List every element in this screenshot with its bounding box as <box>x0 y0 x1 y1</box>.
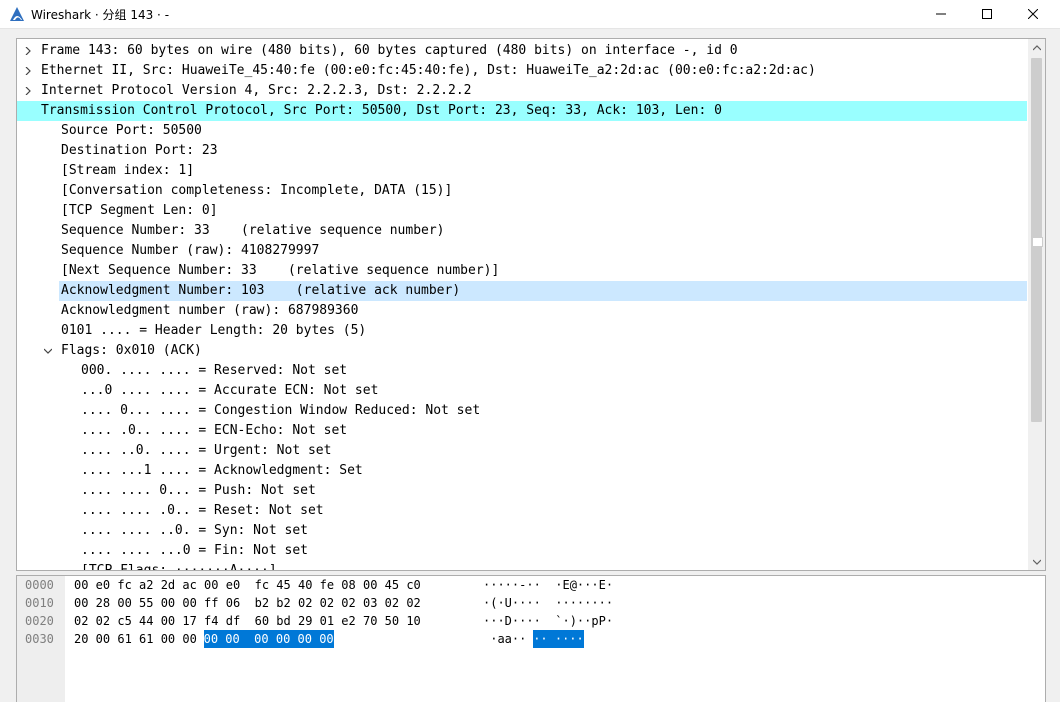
tree-row-text: 0101 .... = Header Length: 20 bytes (5) <box>61 323 367 338</box>
minimize-icon <box>936 13 946 15</box>
wireshark-fin-icon[interactable] <box>8 5 26 23</box>
tree-row[interactable]: [TCP Segment Len: 0] <box>17 201 1027 221</box>
tree-row[interactable]: 000. .... .... = Reserved: Not set <box>17 361 1027 381</box>
tree-row-text: .... .... ...0 = Fin: Not set <box>81 543 308 558</box>
tree-row-text: [Stream index: 1] <box>61 163 195 178</box>
hex-bytes[interactable]: 00 28 00 55 00 00 ff 06 b2 b2 02 02 02 0… <box>74 594 421 612</box>
scroll-down-button[interactable] <box>1028 553 1045 570</box>
hex-offset: 0030 <box>25 632 54 646</box>
hex-row[interactable]: 0020 02 02 c5 44 00 17 f4 df 60 bd 29 01 … <box>17 612 1027 630</box>
tree-row[interactable]: [Conversation completeness: Incomplete, … <box>17 181 1027 201</box>
tree-row[interactable]: Sequence Number: 33 (relative sequence n… <box>17 221 1027 241</box>
tree-row-text: Frame 143: 60 bytes on wire (480 bits), … <box>41 43 738 58</box>
minimize-button[interactable] <box>918 0 964 28</box>
tree-row-text: .... .... ..0. = Syn: Not set <box>81 523 308 538</box>
hex-offset: 0000 <box>25 578 54 592</box>
tree-row[interactable]: Sequence Number (raw): 4108279997 <box>17 241 1027 261</box>
chevron-down-icon <box>44 348 52 354</box>
tree-expander[interactable] <box>21 61 35 81</box>
tree-row-text: Acknowledgment number (raw): 687989360 <box>61 303 359 318</box>
hex-bytes[interactable]: 20 00 61 61 00 00 <box>74 630 204 648</box>
tree-row[interactable]: .... .0.. .... = ECN-Echo: Not set <box>17 421 1027 441</box>
ascii-bytes[interactable]: ·(·U···· ········ <box>483 594 613 612</box>
tree-row[interactable]: Internet Protocol Version 4, Src: 2.2.2.… <box>17 81 1027 101</box>
ascii-bytes[interactable]: ·aa·· <box>483 630 526 648</box>
hex-offset: 0010 <box>25 596 54 610</box>
tree-row-text: .... .... 0... = Push: Not set <box>81 483 316 498</box>
vertical-scrollbar[interactable] <box>1028 39 1045 570</box>
chevron-up-icon <box>1032 44 1041 50</box>
tree-row-text: Flags: 0x010 (ACK) <box>61 343 202 358</box>
hex-bytes[interactable]: 00 e0 fc a2 2d ac 00 e0 fc 45 40 fe 08 0… <box>74 576 421 594</box>
tree-row-text: Sequence Number (raw): 4108279997 <box>61 243 320 258</box>
tree-row-text: [TCP Segment Len: 0] <box>61 203 218 218</box>
tree-row[interactable]: Acknowledgment Number: 103 (relative ack… <box>17 281 1027 301</box>
tree-row-text: .... .... .0.. = Reset: Not set <box>81 503 324 518</box>
tree-row-text: .... 0... .... = Congestion Window Reduc… <box>81 403 481 418</box>
hex-bytes-highlighted[interactable]: 00 00 00 00 00 00 <box>203 630 334 648</box>
tree-row-text: Sequence Number: 33 (relative sequence n… <box>61 223 445 238</box>
ascii-bytes[interactable]: ···D···· `·)··pP· <box>483 612 613 630</box>
tree-row-text: Internet Protocol Version 4, Src: 2.2.2.… <box>41 83 472 98</box>
close-icon <box>1028 9 1038 19</box>
tree-row-text: .... .0.. .... = ECN-Echo: Not set <box>81 423 348 438</box>
tree-row-text: [Next Sequence Number: 33 (relative sequ… <box>61 263 500 278</box>
scroll-position-marker <box>1032 237 1043 247</box>
tree-row[interactable]: .... ...1 .... = Acknowledgment: Set <box>17 461 1027 481</box>
tree-row[interactable]: ...0 .... .... = Accurate ECN: Not set <box>17 381 1027 401</box>
title-bar: Wireshark · 分组 143 · - <box>0 0 1060 29</box>
tree-row[interactable]: .... ..0. .... = Urgent: Not set <box>17 441 1027 461</box>
packet-details-tree[interactable]: Frame 143: 60 bytes on wire (480 bits), … <box>16 38 1046 571</box>
tree-row[interactable]: .... 0... .... = Congestion Window Reduc… <box>17 401 1027 421</box>
tree-row[interactable]: Transmission Control Protocol, Src Port:… <box>17 101 1027 121</box>
tree-row-text: Acknowledgment Number: 103 (relative ack… <box>59 281 1027 301</box>
tree-row[interactable]: .... .... ..0. = Syn: Not set <box>17 521 1027 541</box>
maximize-icon <box>982 9 992 19</box>
tree-row[interactable]: Flags: 0x010 (ACK) <box>17 341 1027 361</box>
tree-row[interactable]: .... .... .0.. = Reset: Not set <box>17 501 1027 521</box>
scroll-up-button[interactable] <box>1028 39 1045 56</box>
hex-row[interactable]: 0010 00 28 00 55 00 00 ff 06 b2 b2 02 02 … <box>17 594 1027 612</box>
tree-row[interactable]: Frame 143: 60 bytes on wire (480 bits), … <box>17 41 1027 61</box>
tree-row-text: [Conversation completeness: Incomplete, … <box>61 183 453 198</box>
tree-row-text: ...0 .... .... = Accurate ECN: Not set <box>81 383 379 398</box>
hex-bytes[interactable]: 02 02 c5 44 00 17 f4 df 60 bd 29 01 e2 7… <box>74 612 421 630</box>
tree-row-text: Source Port: 50500 <box>61 123 202 138</box>
tree-row[interactable]: Destination Port: 23 <box>17 141 1027 161</box>
tree-row-text: 000. .... .... = Reserved: Not set <box>81 363 348 378</box>
tree-row-text: .... ...1 .... = Acknowledgment: Set <box>81 463 363 478</box>
tree-row-text: Destination Port: 23 <box>61 143 218 158</box>
chevron-right-icon <box>25 47 31 55</box>
tree-row[interactable]: Source Port: 50500 <box>17 121 1027 141</box>
tree-row-text: Ethernet II, Src: HuaweiTe_45:40:fe (00:… <box>41 63 816 78</box>
tree-row-text: .... ..0. .... = Urgent: Not set <box>81 443 332 458</box>
tree-expander[interactable] <box>21 41 35 61</box>
hex-row[interactable]: 0000 00 e0 fc a2 2d ac 00 e0 fc 45 40 fe … <box>17 576 1027 594</box>
chevron-down-icon <box>1032 559 1041 565</box>
tree-row[interactable]: [Stream index: 1] <box>17 161 1027 181</box>
window-title: Wireshark · 分组 143 · - <box>31 8 170 22</box>
hex-offset: 0020 <box>25 614 54 628</box>
maximize-button[interactable] <box>964 0 1010 28</box>
tree-row-text: [TCP Flags: ·······A····] <box>81 563 277 571</box>
packet-bytes-pane[interactable]: 0000 00 e0 fc a2 2d ac 00 e0 fc 45 40 fe … <box>16 575 1046 702</box>
tree-row[interactable]: [TCP Flags: ·······A····] <box>17 561 1027 571</box>
chevron-right-icon <box>25 87 31 95</box>
hex-row[interactable]: 0030 20 00 61 61 00 00 00 00 00 00 00 00 … <box>17 630 1027 648</box>
tree-expander[interactable] <box>41 341 55 361</box>
tree-row[interactable]: Ethernet II, Src: HuaweiTe_45:40:fe (00:… <box>17 61 1027 81</box>
chevron-right-icon <box>25 67 31 75</box>
tree-row[interactable]: Acknowledgment number (raw): 687989360 <box>17 301 1027 321</box>
close-button[interactable] <box>1010 0 1056 28</box>
ascii-bytes-highlighted[interactable]: ·· ···· <box>533 630 584 648</box>
ascii-bytes[interactable]: ·····-·· ·E@···E· <box>483 576 613 594</box>
tree-row-text: Transmission Control Protocol, Src Port:… <box>17 101 1027 121</box>
tree-row[interactable]: .... .... 0... = Push: Not set <box>17 481 1027 501</box>
tree-row[interactable]: .... .... ...0 = Fin: Not set <box>17 541 1027 561</box>
tree-row[interactable]: 0101 .... = Header Length: 20 bytes (5) <box>17 321 1027 341</box>
tree-row[interactable]: [Next Sequence Number: 33 (relative sequ… <box>17 261 1027 281</box>
tree-expander[interactable] <box>21 81 35 101</box>
